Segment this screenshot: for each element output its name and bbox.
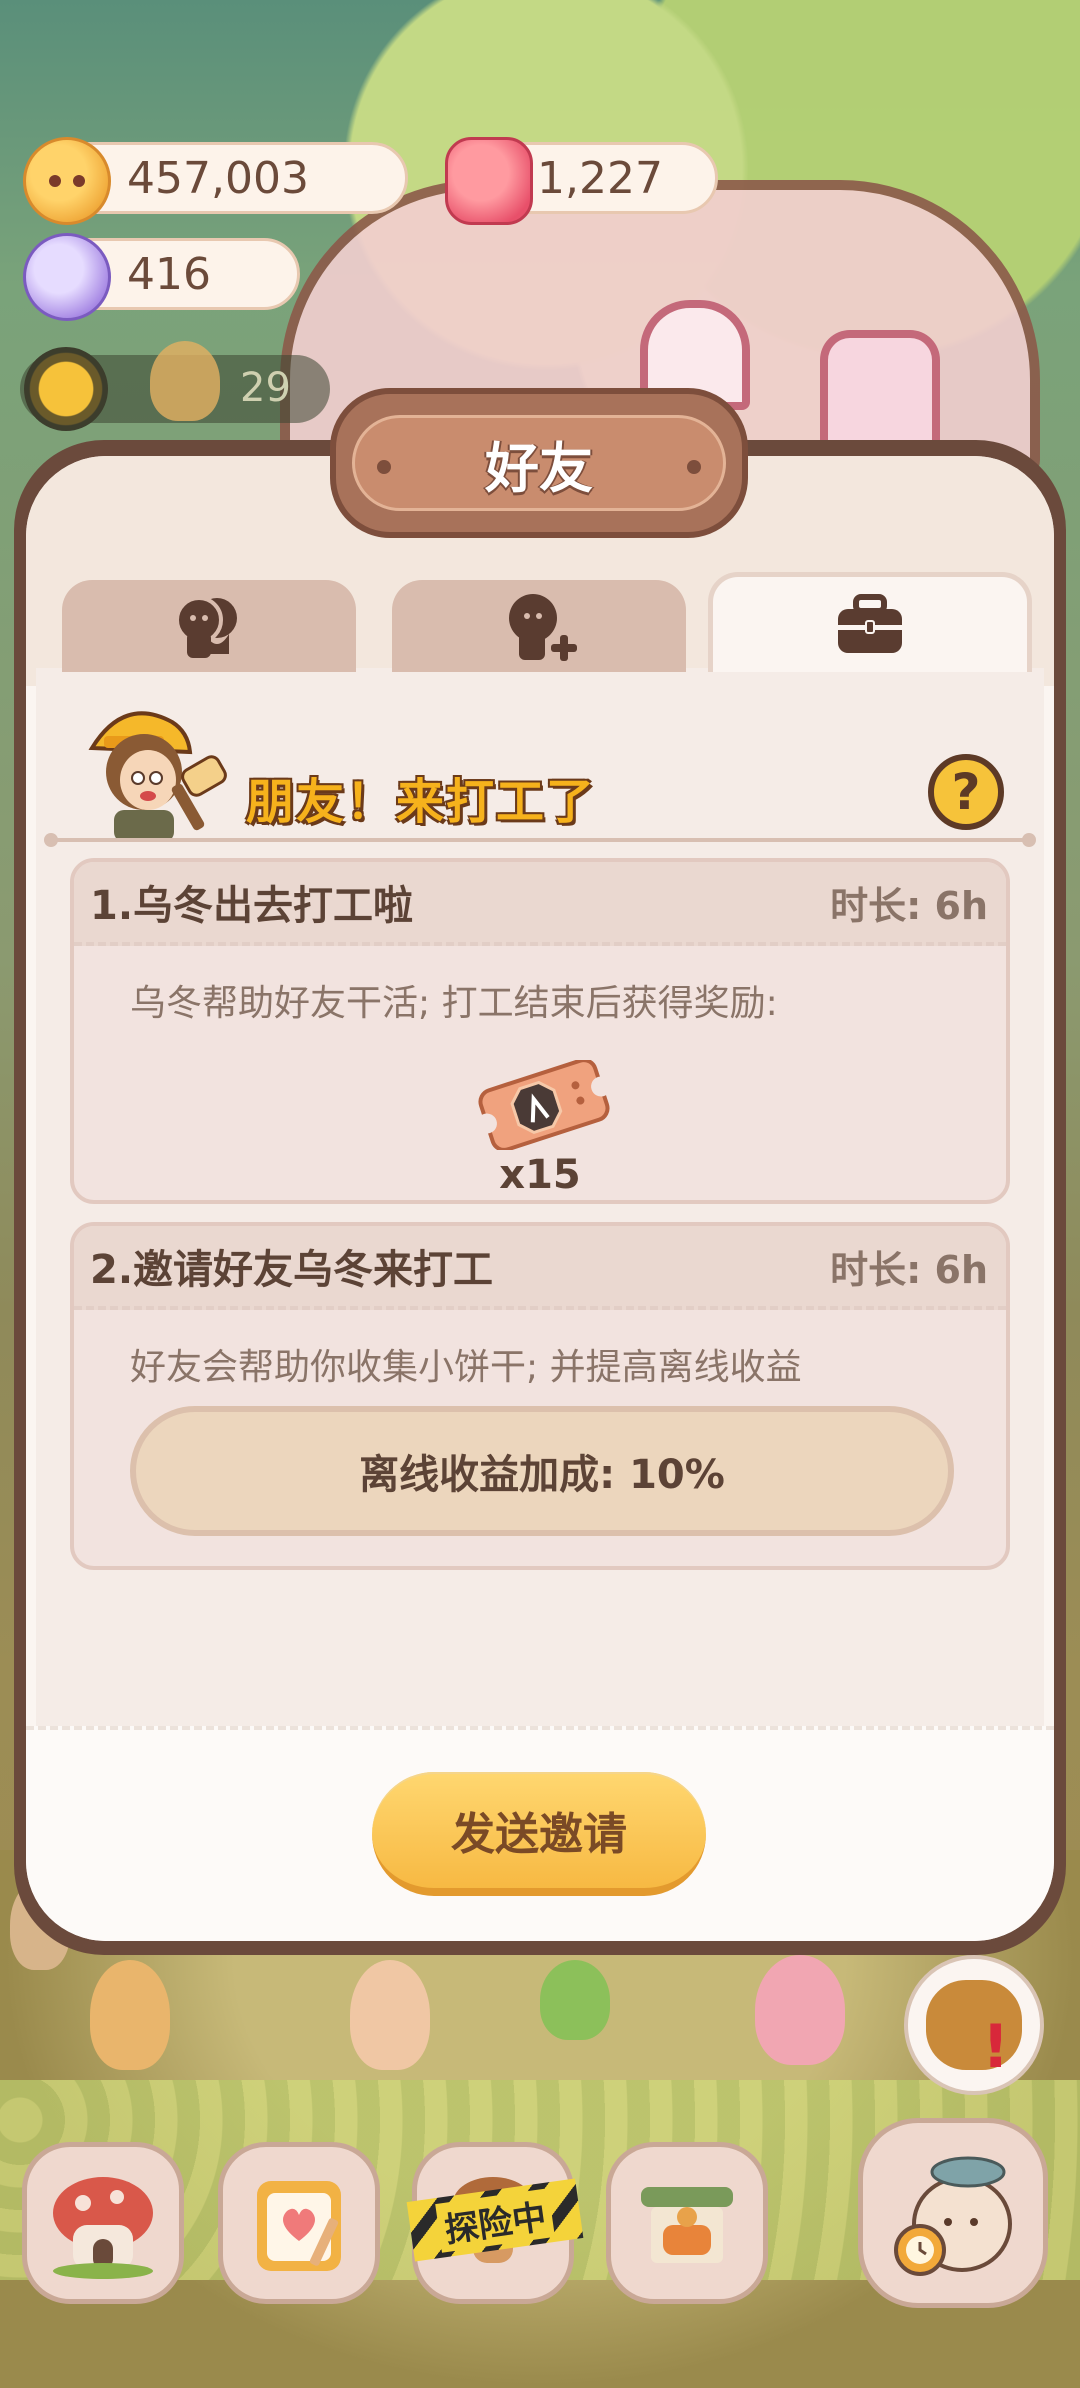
panel-title: 好友 <box>485 436 593 500</box>
npc-character <box>90 1960 170 2070</box>
card-duration: 时长: 6h <box>830 883 988 928</box>
worker-character-icon <box>88 711 227 842</box>
add-friend-icon <box>509 594 577 661</box>
cookie-icon <box>23 137 111 225</box>
tab-work[interactable] <box>708 572 1032 672</box>
tab-add-friend[interactable] <box>392 580 686 672</box>
shop-icon <box>641 2187 733 2263</box>
npc-character <box>540 1960 610 2040</box>
reward-count: x15 <box>499 1152 581 1198</box>
question-icon: ? <box>951 763 981 821</box>
mushroom-house-icon <box>53 2177 153 2279</box>
section-heading: 朋友！来打工了 <box>246 774 597 830</box>
card-description: 好友会帮助你收集小饼干; 并提高离线收益 <box>130 1347 802 1388</box>
notebook-icon <box>257 2181 341 2271</box>
sun-badge-icon <box>24 347 108 431</box>
crystal-icon <box>23 233 111 321</box>
npc-character <box>755 1955 845 2065</box>
nav-shop[interactable] <box>606 2142 768 2304</box>
cookie-counter[interactable]: 457,003 <box>23 137 408 225</box>
briefcase-icon <box>838 593 902 653</box>
card-duration: 时长: 6h <box>830 1247 988 1292</box>
level-bar[interactable]: 29 <box>20 341 330 431</box>
friends-icon <box>175 596 237 658</box>
npc-character <box>350 1960 430 2070</box>
gem-count: 1,227 <box>537 152 663 204</box>
crystal-counter[interactable]: 416 <box>23 233 300 321</box>
crystal-count: 416 <box>127 248 211 300</box>
work-out-card: 1.乌冬出去打工啦 时长: 6h 乌冬帮助好友干活; 打工结束后获得奖励: x1… <box>70 858 1010 1204</box>
card-title: 2.邀请好友乌冬来打工 <box>90 1247 494 1293</box>
mascot-clock-icon <box>894 2156 1012 2276</box>
exclamation-icon: ! <box>982 2012 1010 2082</box>
nav-mascot-clock[interactable] <box>858 2118 1048 2308</box>
house-door <box>820 330 940 450</box>
exploring-label: 探险中 <box>435 2187 555 2253</box>
invite-card: 2.邀请好友乌冬来打工 时长: 6h 好友会帮助你收集小饼干; 并提高离线收益 … <box>70 1222 1010 1570</box>
ticket-icon <box>476 1060 612 1150</box>
gem-icon <box>445 137 533 225</box>
send-invite-button[interactable]: 发送邀请 <box>372 1772 706 1896</box>
card-title: 1.乌冬出去打工啦 <box>90 883 414 929</box>
help-button[interactable]: ? <box>928 754 1004 830</box>
level-count: 29 <box>240 365 291 411</box>
card-header: 1.乌冬出去打工啦 时长: 6h <box>74 862 1006 946</box>
gem-counter[interactable]: 1,227 <box>445 137 718 225</box>
panel-title-plaque: 好友 <box>330 388 748 538</box>
tab-friends[interactable] <box>62 580 356 672</box>
cookie-count: 457,003 <box>127 152 309 204</box>
section-divider <box>44 833 1036 847</box>
character-icon <box>150 341 220 421</box>
nav-notebook[interactable] <box>218 2142 380 2304</box>
offline-bonus-pill: 离线收益加成: 10% <box>130 1406 954 1536</box>
card-description: 乌冬帮助好友干活; 打工结束后获得奖励: <box>130 983 778 1024</box>
notification-bubble[interactable]: ! <box>904 1955 1044 2095</box>
card-header: 2.邀请好友乌冬来打工 时长: 6h <box>74 1226 1006 1310</box>
nav-home[interactable] <box>22 2142 184 2304</box>
